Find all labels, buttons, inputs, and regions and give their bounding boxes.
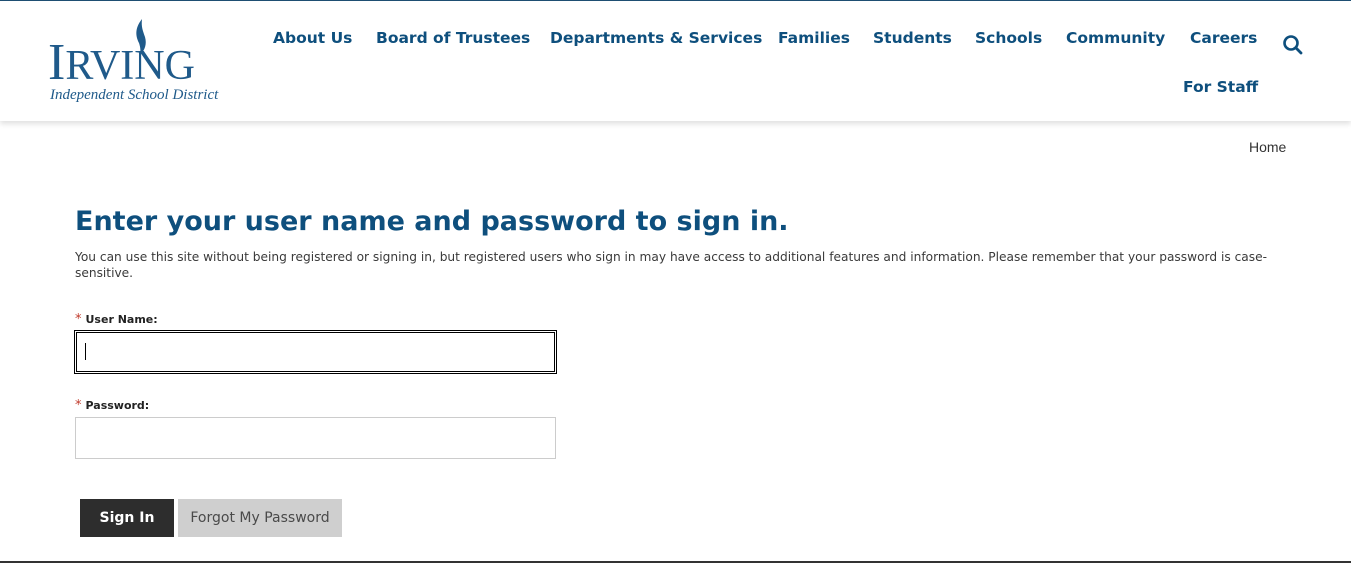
required-marker: *	[75, 312, 82, 327]
required-marker: *	[75, 398, 82, 413]
logo-tagline: Independent School District	[50, 87, 219, 103]
nav-families[interactable]: Families	[778, 28, 850, 48]
nav-for-staff[interactable]: For Staff	[1183, 77, 1258, 97]
username-field[interactable]	[74, 330, 557, 374]
nav-students[interactable]: Students	[873, 28, 952, 48]
sign-in-button[interactable]: Sign In	[80, 499, 174, 537]
district-logo[interactable]: IRVING Independent School District	[48, 17, 218, 107]
breadcrumb-home[interactable]: Home	[1249, 139, 1286, 155]
site-header: IRVING Independent School District About…	[0, 1, 1351, 121]
nav-careers[interactable]: Careers	[1190, 28, 1257, 48]
username-input[interactable]	[77, 333, 554, 371]
nav-schools[interactable]: Schools	[975, 28, 1042, 48]
password-label: * Password:	[75, 398, 149, 413]
username-label-text: User Name:	[85, 313, 158, 326]
text-caret	[85, 343, 86, 360]
search-button[interactable]	[1282, 34, 1304, 56]
username-label: * User Name:	[75, 312, 158, 327]
password-field[interactable]	[75, 417, 556, 459]
nav-community[interactable]: Community	[1066, 28, 1165, 48]
nav-departments-services[interactable]: Departments & Services	[550, 28, 762, 48]
forgot-password-button[interactable]: Forgot My Password	[178, 499, 342, 537]
page-title: Enter your user name and password to sig…	[75, 206, 789, 237]
intro-text: You can use this site without being regi…	[75, 250, 1267, 280]
password-label-text: Password:	[85, 399, 150, 412]
logo-wordmark: IRVING	[48, 34, 195, 91]
password-input[interactable]	[76, 418, 555, 458]
nav-board-of-trustees[interactable]: Board of Trustees	[376, 28, 530, 48]
search-icon	[1283, 35, 1303, 55]
nav-about-us[interactable]: About Us	[273, 28, 352, 48]
